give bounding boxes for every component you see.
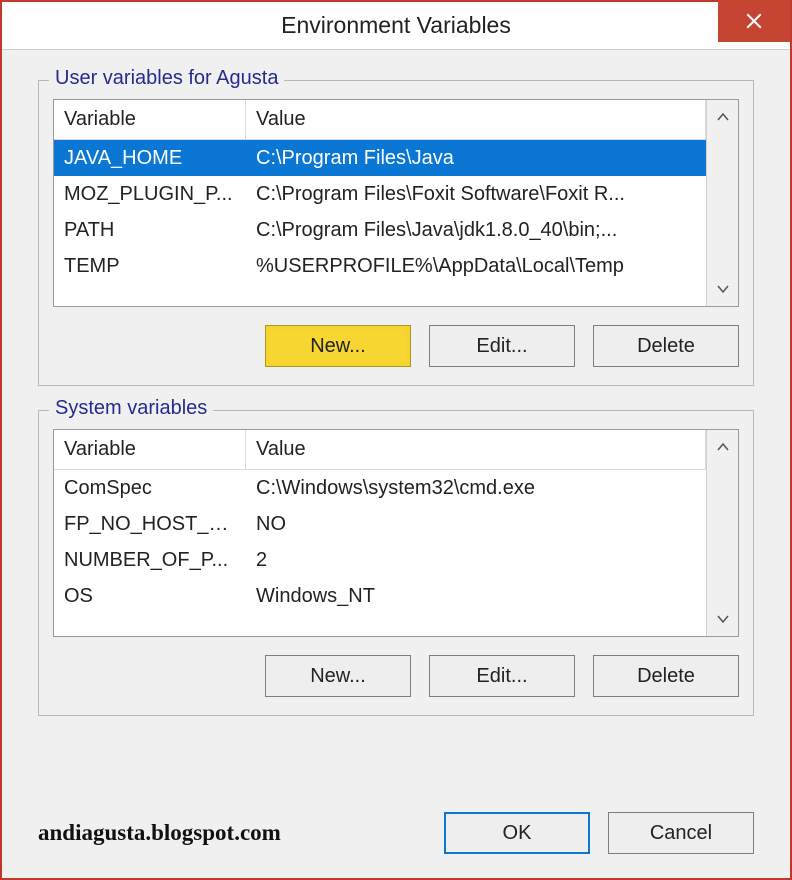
table-row[interactable]: ComSpec C:\Windows\system32\cmd.exe (54, 470, 706, 506)
table-row[interactable]: NUMBER_OF_P... 2 (54, 542, 706, 578)
variable-name: OS (54, 581, 246, 612)
variable-name: JAVA_HOME (54, 143, 246, 174)
variable-name: MOZ_PLUGIN_P... (54, 179, 246, 210)
variable-value: C:\Windows\system32\cmd.exe (246, 473, 706, 504)
variable-name: TEMP (54, 251, 246, 282)
list-header: Variable Value (54, 430, 706, 470)
table-row[interactable]: FP_NO_HOST_C... NO (54, 506, 706, 542)
close-icon (745, 12, 763, 30)
user-variables-group: User variables for Agusta Variable Value… (38, 80, 754, 386)
system-variables-list[interactable]: Variable Value ComSpec C:\Windows\system… (53, 429, 739, 637)
variable-value: C:\Program Files\Java (246, 143, 706, 174)
scroll-up-arrow-icon[interactable] (707, 100, 738, 134)
edit-user-variable-button[interactable]: Edit... (429, 325, 575, 367)
table-row[interactable]: TEMP %USERPROFILE%\AppData\Local\Temp (54, 248, 706, 284)
variable-value: NO (246, 509, 706, 540)
system-buttons-row: New... Edit... Delete (53, 655, 739, 697)
column-header-value[interactable]: Value (246, 430, 706, 470)
column-header-variable[interactable]: Variable (54, 100, 246, 140)
new-user-variable-button[interactable]: New... (265, 325, 411, 367)
user-listview: Variable Value JAVA_HOME C:\Program File… (54, 100, 706, 306)
variable-value: %USERPROFILE%\AppData\Local\Temp (246, 251, 706, 282)
variable-value: C:\Program Files\Foxit Software\Foxit R.… (246, 179, 706, 210)
system-listview: Variable Value ComSpec C:\Windows\system… (54, 430, 706, 636)
system-group-label: System variables (49, 397, 213, 420)
table-row[interactable]: JAVA_HOME C:\Program Files\Java (54, 140, 706, 176)
variable-value: 2 (246, 545, 706, 576)
column-header-variable[interactable]: Variable (54, 430, 246, 470)
table-row[interactable]: MOZ_PLUGIN_P... C:\Program Files\Foxit S… (54, 176, 706, 212)
environment-variables-dialog: Environment Variables User variables for… (0, 0, 792, 880)
variable-name: ComSpec (54, 473, 246, 504)
window-title: Environment Variables (2, 12, 790, 39)
variable-value: C:\Program Files\Java\jdk1.8.0_40\bin;..… (246, 215, 706, 246)
cancel-button[interactable]: Cancel (608, 812, 754, 854)
variable-name: NUMBER_OF_P... (54, 545, 246, 576)
watermark-text: andiagusta.blogspot.com (38, 820, 281, 846)
variable-name: FP_NO_HOST_C... (54, 509, 246, 540)
user-group-label: User variables for Agusta (49, 67, 284, 90)
scrollbar-vertical[interactable] (706, 100, 738, 306)
new-system-variable-button[interactable]: New... (265, 655, 411, 697)
edit-system-variable-button[interactable]: Edit... (429, 655, 575, 697)
list-body: JAVA_HOME C:\Program Files\Java MOZ_PLUG… (54, 140, 706, 306)
delete-user-variable-button[interactable]: Delete (593, 325, 739, 367)
scroll-down-arrow-icon[interactable] (707, 602, 738, 636)
user-variables-list[interactable]: Variable Value JAVA_HOME C:\Program File… (53, 99, 739, 307)
dialog-content: User variables for Agusta Variable Value… (2, 50, 790, 808)
dialog-footer: andiagusta.blogspot.com OK Cancel (2, 808, 790, 878)
close-button[interactable] (718, 0, 790, 42)
delete-system-variable-button[interactable]: Delete (593, 655, 739, 697)
scrollbar-vertical[interactable] (706, 430, 738, 636)
table-row[interactable]: PATH C:\Program Files\Java\jdk1.8.0_40\b… (54, 212, 706, 248)
scroll-up-arrow-icon[interactable] (707, 430, 738, 464)
list-body: ComSpec C:\Windows\system32\cmd.exe FP_N… (54, 470, 706, 636)
variable-name: PATH (54, 215, 246, 246)
scroll-down-arrow-icon[interactable] (707, 272, 738, 306)
system-variables-group: System variables Variable Value ComSpec … (38, 410, 754, 716)
table-row[interactable]: OS Windows_NT (54, 578, 706, 614)
list-header: Variable Value (54, 100, 706, 140)
ok-button[interactable]: OK (444, 812, 590, 854)
variable-value: Windows_NT (246, 581, 706, 612)
column-header-value[interactable]: Value (246, 100, 706, 140)
user-buttons-row: New... Edit... Delete (53, 325, 739, 367)
titlebar: Environment Variables (2, 2, 790, 50)
dialog-buttons: OK Cancel (444, 812, 754, 854)
